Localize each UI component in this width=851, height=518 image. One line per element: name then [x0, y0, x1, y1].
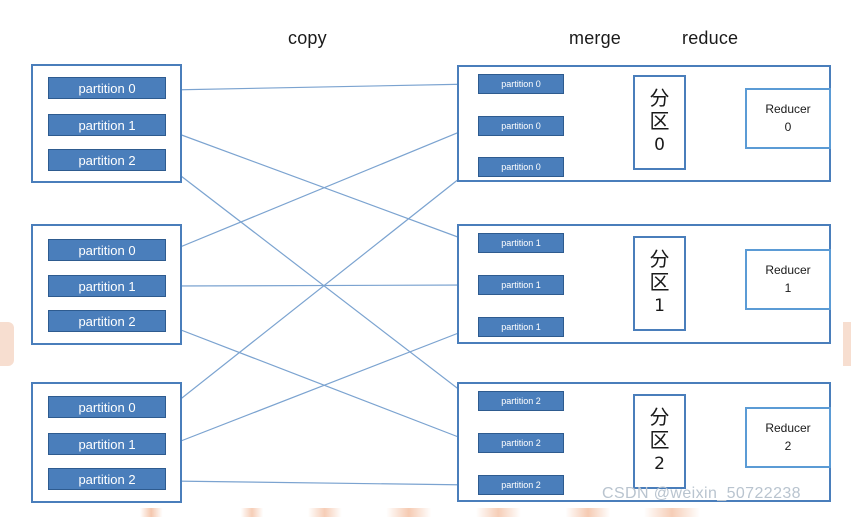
map-partition-box[interactable]: partition 1 — [48, 433, 166, 455]
partition-char-fen: 分 — [649, 246, 670, 271]
reducer-box[interactable]: Reducer 2 — [745, 407, 831, 468]
map-partition-box[interactable]: partition 2 — [48, 149, 166, 171]
reducer-label: Reducer — [765, 421, 811, 436]
edge-artifact-right — [843, 322, 851, 366]
reducer-box[interactable]: Reducer 0 — [745, 88, 831, 149]
copied-partition-box[interactable]: partition 0 — [478, 74, 564, 94]
map-partition-box[interactable]: partition 1 — [48, 114, 166, 136]
copy-edge — [167, 326, 475, 447]
phase-label-copy: copy — [288, 28, 327, 48]
copied-partition-box[interactable]: partition 2 — [478, 391, 564, 411]
copy-edge — [167, 480, 475, 489]
copy-edge — [167, 129, 475, 244]
reducer-label: Reducer — [765, 102, 811, 117]
reducer-index: 1 — [784, 280, 792, 295]
partition-char-qu: 区 — [649, 108, 670, 133]
copied-partition-box[interactable]: partition 1 — [478, 233, 564, 253]
copy-edge — [167, 166, 475, 410]
reducer-box[interactable]: Reducer 1 — [745, 249, 831, 310]
phase-label-merge: merge — [569, 28, 622, 48]
partition-index: 1 — [654, 295, 665, 316]
map-partition-box[interactable]: partition 0 — [48, 77, 166, 99]
map-partition-box[interactable]: partition 2 — [48, 310, 166, 332]
copied-partition-box[interactable]: partition 0 — [478, 116, 564, 136]
edge-artifact-left — [0, 322, 14, 366]
watermark-text: CSDN @weixin_50722238 — [602, 485, 801, 502]
merged-partition-box[interactable]: 分区1 — [633, 236, 686, 331]
merged-partition-box[interactable]: 分区0 — [633, 75, 686, 170]
map-partition-box[interactable]: partition 2 — [48, 468, 166, 490]
copy-edge — [167, 324, 475, 444]
map-partition-box[interactable]: partition 1 — [48, 275, 166, 297]
copy-edge — [167, 165, 475, 402]
copied-partition-box[interactable]: partition 0 — [478, 157, 564, 177]
reducer-label: Reducer — [765, 263, 811, 278]
map-partition-box[interactable]: partition 0 — [48, 396, 166, 418]
copied-partition-box[interactable]: partition 2 — [478, 475, 564, 495]
copied-partition-box[interactable]: partition 1 — [478, 317, 564, 337]
partition-index: 2 — [654, 453, 665, 474]
copy-wire-layer — [167, 80, 475, 489]
map-partition-box[interactable]: partition 0 — [48, 239, 166, 261]
phase-label-reduce: reduce — [682, 28, 739, 48]
merged-partition-box[interactable]: 分区2 — [633, 394, 686, 489]
reducer-index: 0 — [784, 119, 792, 134]
copy-edge — [167, 80, 475, 91]
copy-edge — [167, 281, 475, 289]
diagram-canvas: copy merge reduce partition 0 partition 1… — [0, 0, 851, 518]
partition-char-qu: 区 — [649, 269, 670, 294]
reducer-index: 2 — [784, 438, 792, 453]
partition-char-fen: 分 — [649, 85, 670, 110]
partition-index: 0 — [654, 134, 665, 155]
partition-char-fen: 分 — [649, 404, 670, 429]
copied-partition-box[interactable]: partition 2 — [478, 433, 564, 453]
copied-partition-box[interactable]: partition 1 — [478, 275, 564, 295]
bottom-edge-noise — [140, 508, 700, 517]
partition-char-qu: 区 — [649, 427, 670, 452]
copy-edge — [167, 125, 475, 253]
